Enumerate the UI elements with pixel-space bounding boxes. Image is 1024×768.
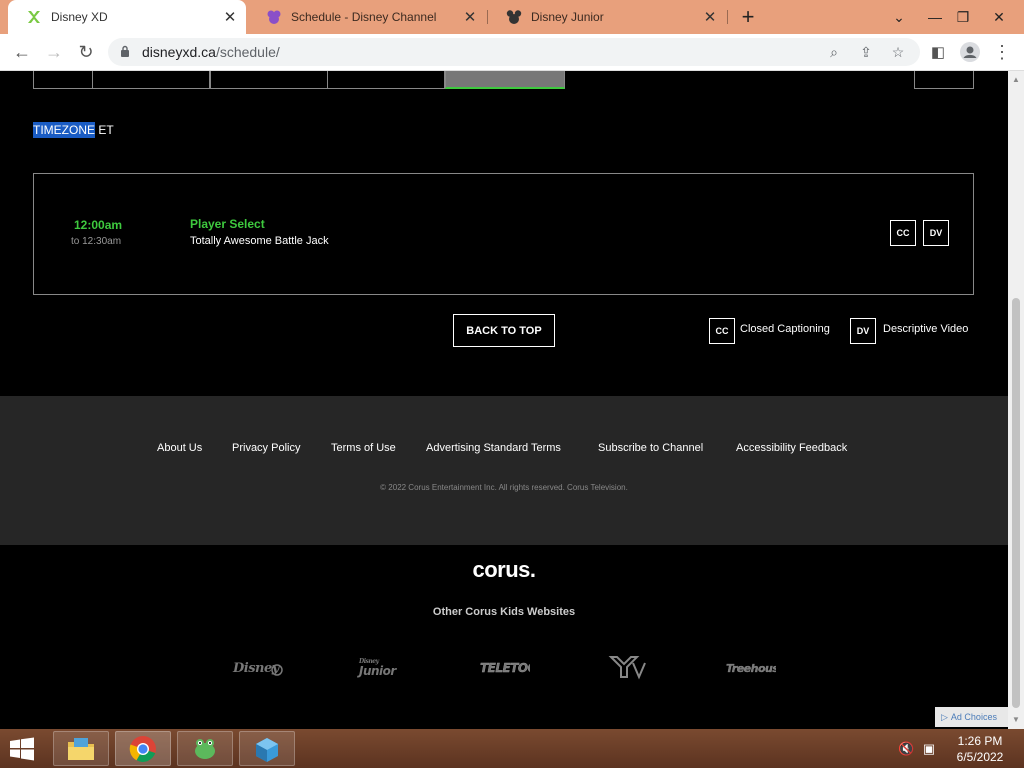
bookmark-star-icon[interactable]: ☆ [888,42,908,62]
corus-logo[interactable]: corus. [0,557,1008,583]
day-tab-selected[interactable] [445,71,565,89]
disney-xd-favicon-icon [26,9,42,25]
disney-junior-logo[interactable]: Disney Junior [352,653,412,681]
svg-text:Junior: Junior [357,664,397,678]
footer-link-subscribe[interactable]: Subscribe to Channel [598,442,703,454]
ad-choices-play-icon: ▷ [941,711,948,722]
chrome-icon[interactable] [115,731,171,766]
reload-icon[interactable]: ↻ [72,38,100,66]
cc-badge: CC [890,220,916,246]
new-tab-button[interactable]: + [734,3,762,31]
day-tab[interactable] [327,71,445,89]
show-start-time: 12:00am [74,218,123,232]
day-tab[interactable] [92,71,210,89]
cc-legend-badge: CC [709,318,735,344]
tab-disney-junior[interactable]: Disney Junior ✕ [488,0,726,34]
show-end-time: to 12:30am [71,236,122,247]
side-panel-icon[interactable]: ◧ [924,38,952,66]
cube-app-icon[interactable] [239,731,295,766]
close-tab-icon[interactable]: ✕ [460,8,480,26]
treehouse-logo[interactable]: Treehouse [722,653,778,681]
ytv-logo[interactable] [605,653,649,681]
menu-kebab-icon[interactable]: ⋮ [988,38,1016,66]
system-clock[interactable]: 1:26 PM 6/5/2022 [950,733,1010,765]
close-tab-icon[interactable]: ✕ [700,8,720,26]
scrollbar-thumb[interactable] [1012,298,1020,708]
day-tab[interactable] [33,71,93,89]
disney-channel-logo[interactable]: Disney [228,653,288,681]
tab-separator [727,10,728,24]
dv-badge: DV [923,220,949,246]
close-window-icon[interactable]: ✕ [982,0,1016,34]
volume-muted-icon[interactable]: 🔇 [898,741,914,757]
page-content: TIMEZONE ET 12:00am to 12:30am Player Se… [0,71,1008,729]
forward-arrow-icon[interactable]: → [40,38,68,66]
dv-legend-label: Descriptive Video [883,323,969,335]
day-nav-next[interactable] [914,71,974,89]
profile-avatar-icon[interactable] [956,38,984,66]
footer-link-about[interactable]: About Us [157,442,202,454]
svg-text:Treehouse: Treehouse [726,662,776,675]
frog-app-icon[interactable] [177,731,233,766]
footer-link-terms[interactable]: Terms of Use [331,442,396,454]
ad-choices-badge[interactable]: ▷ Ad Choices [935,707,1008,727]
tab-search-chevron-icon[interactable]: ⌄ [882,0,916,34]
tab-schedule-disney-channel[interactable]: Schedule - Disney Channel ✕ [248,0,486,34]
url-text: disneyxd.ca/schedule/ [142,44,280,60]
show-episode-title: Totally Awesome Battle Jack [190,235,329,247]
teletoon-logo[interactable]: TELETOON [476,653,532,681]
back-arrow-icon[interactable]: ← [8,38,36,66]
footer-link-accessibility[interactable]: Accessibility Feedback [736,442,847,454]
svg-text:TELETOON: TELETOON [480,661,530,675]
back-to-top-button[interactable]: BACK TO TOP [453,314,555,347]
footer-link-privacy[interactable]: Privacy Policy [232,442,300,454]
close-tab-icon[interactable]: ✕ [220,8,240,26]
tab-disney-xd[interactable]: Disney XD ✕ [8,0,246,34]
scroll-down-arrow-icon[interactable]: ▼ [1012,715,1020,724]
tab-strip: Disney XD ✕ Schedule - Disney Channel ✕ … [0,0,1024,34]
file-explorer-icon[interactable] [53,731,109,766]
day-tab[interactable] [210,71,328,89]
windows-taskbar: 🔇 ▣ 1:26 PM 6/5/2022 [0,729,1024,768]
copyright-text: © 2022 Corus Entertainment Inc. All righ… [380,483,628,492]
timezone-label: TIMEZONE ET [33,122,114,138]
browser-toolbar: ← → ↻ disneyxd.ca/schedule/ ⌕ ⇪ ☆ ◧ ⋮ [0,34,1024,71]
share-icon[interactable]: ⇪ [856,42,876,62]
scroll-up-arrow-icon[interactable]: ▲ [1012,75,1020,84]
footer-link-advertising[interactable]: Advertising Standard Terms [426,442,561,454]
dv-legend-badge: DV [850,318,876,344]
address-bar[interactable]: disneyxd.ca/schedule/ ⌕ ⇪ ☆ [108,38,920,66]
restore-icon[interactable]: ❐ [946,0,980,34]
footer-links-section: About Us Privacy Policy Terms of Use Adv… [0,396,1008,545]
windows-start-icon[interactable] [6,737,38,761]
zoom-icon[interactable]: ⌕ [824,42,844,62]
lock-icon [121,45,129,57]
mickey-favicon-icon [506,9,522,25]
show-title[interactable]: Player Select [190,217,265,231]
other-sites-heading: Other Corus Kids Websites [432,606,576,618]
disney-channel-favicon-icon [266,9,282,25]
cc-legend-label: Closed Captioning [740,323,830,335]
schedule-row: 12:00am to 12:30am Player Select Totally… [33,173,974,295]
network-icon[interactable]: ▣ [921,741,937,757]
